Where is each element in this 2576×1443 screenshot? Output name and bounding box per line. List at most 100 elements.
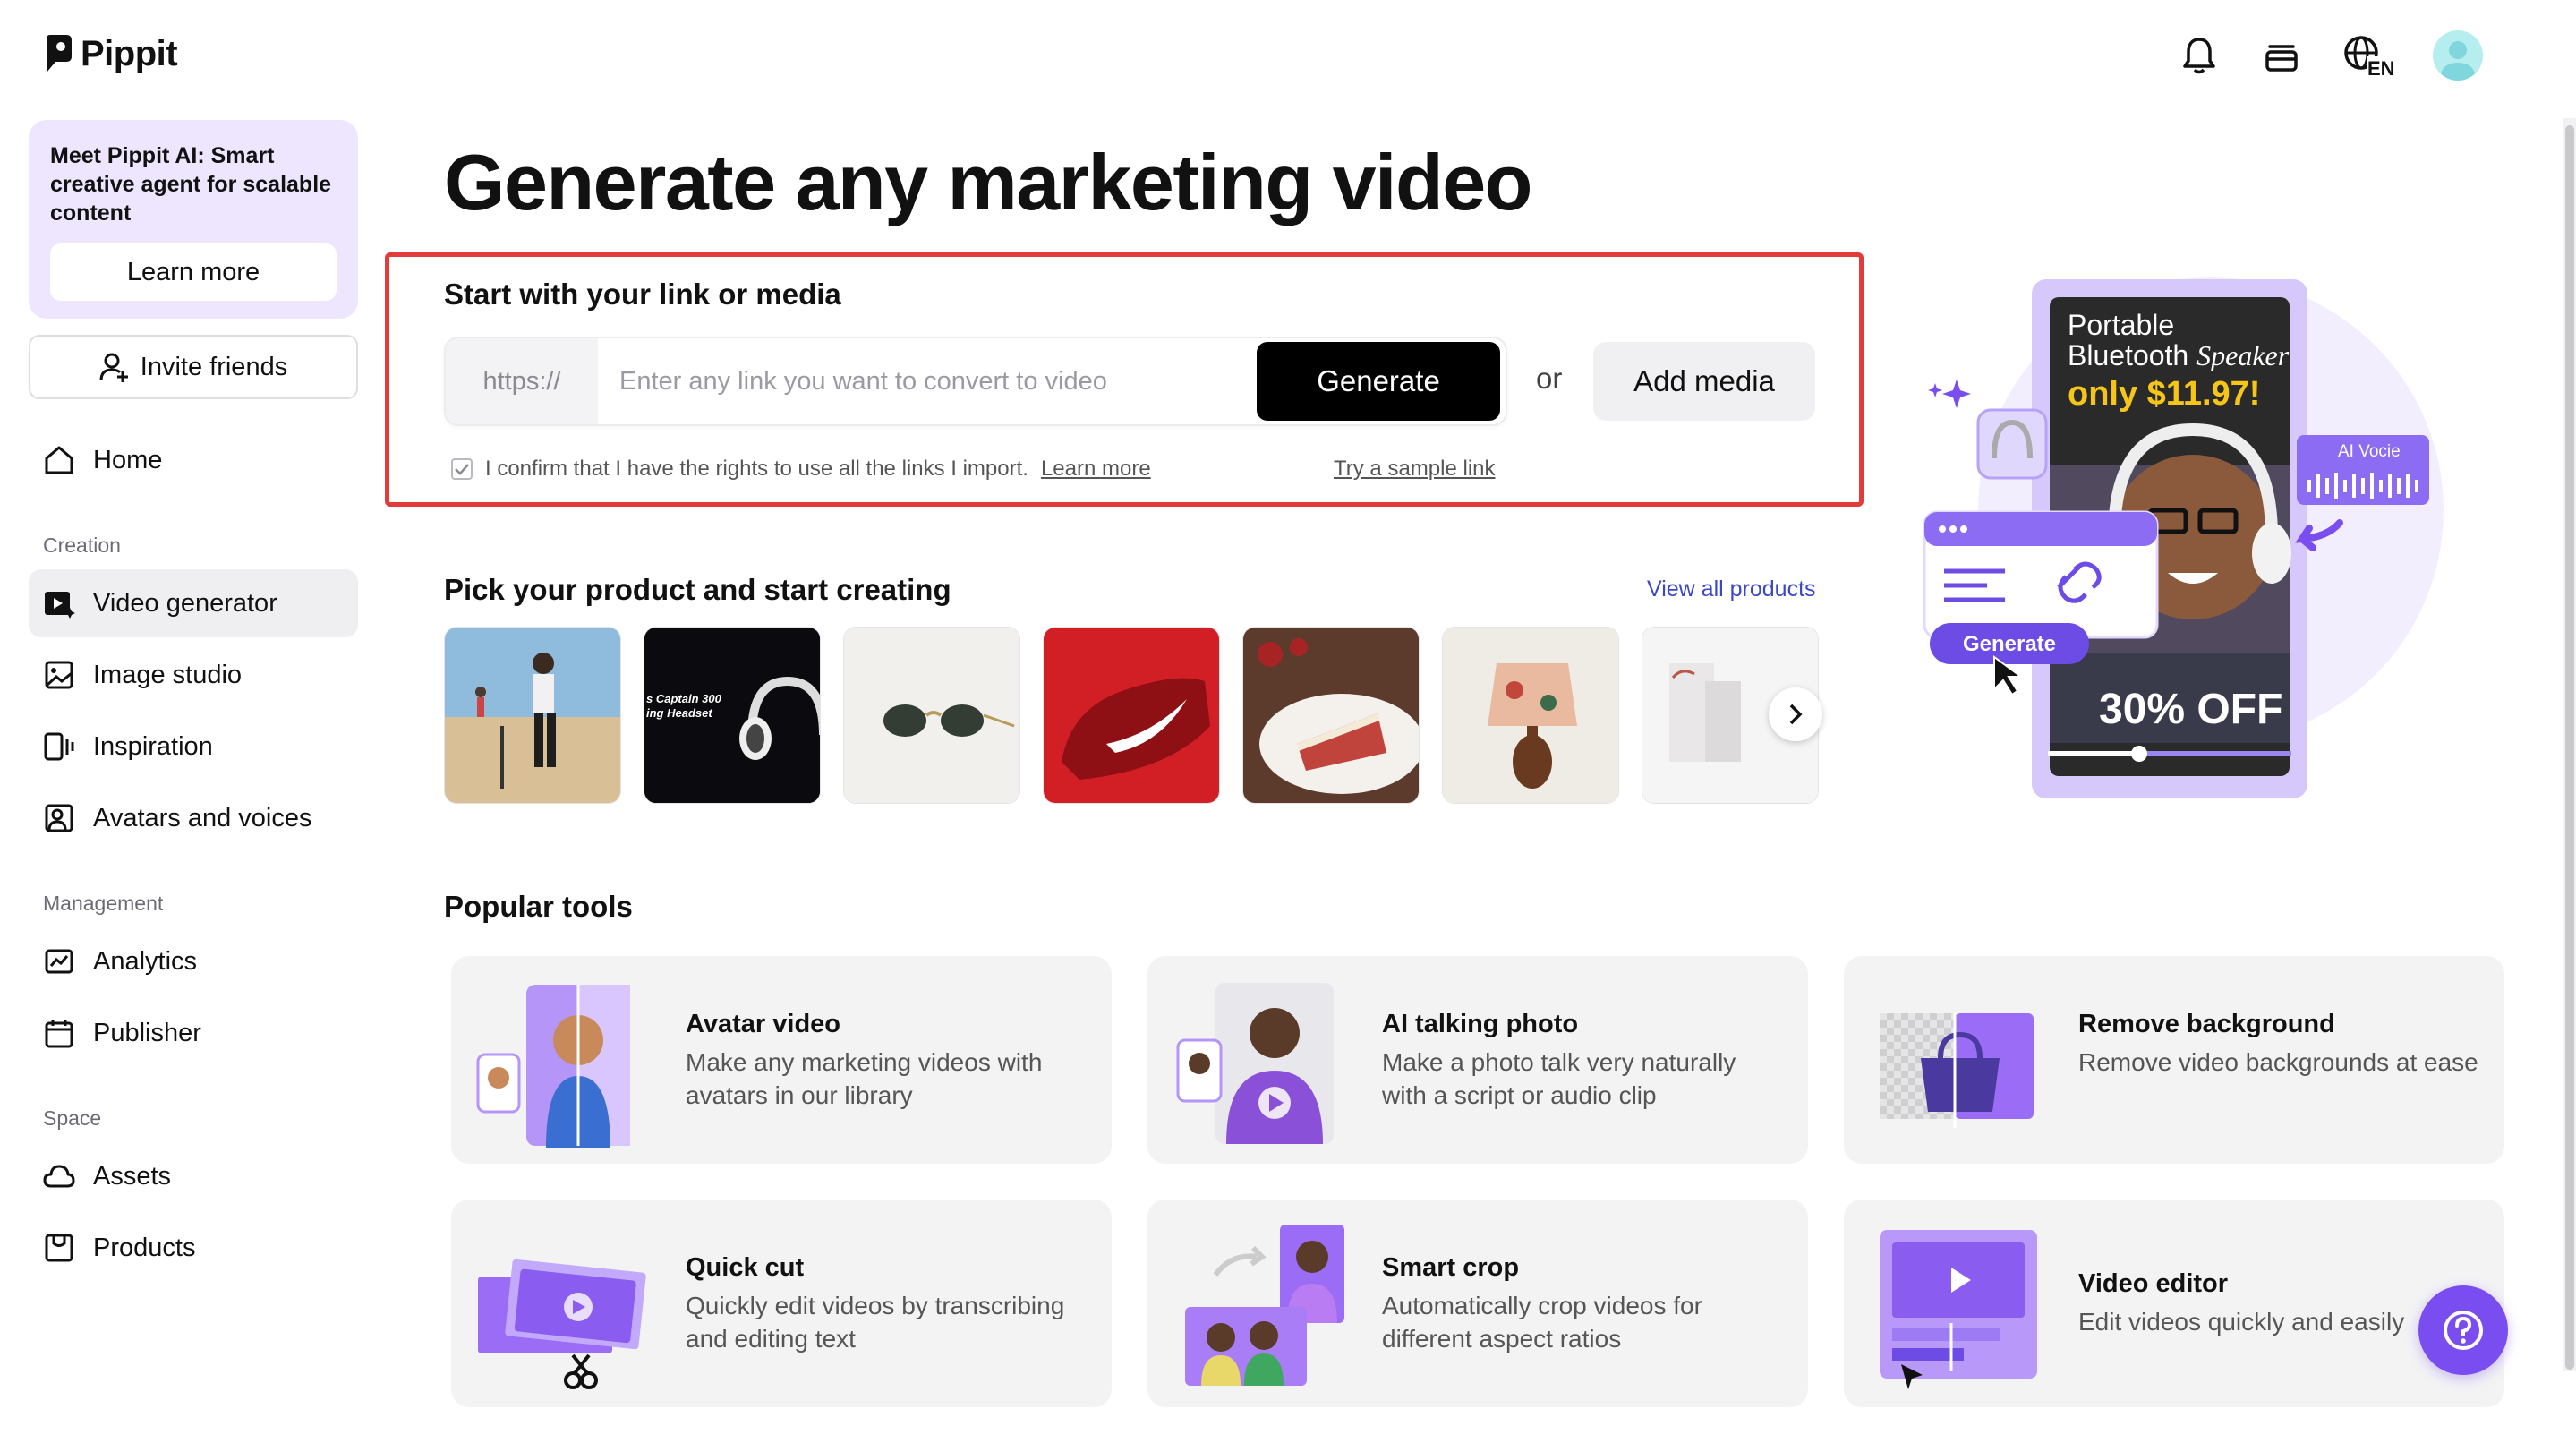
sidebar-item-publisher[interactable]: Publisher — [29, 999, 358, 1067]
url-bar: https:// Generate — [444, 337, 1507, 426]
question-icon — [2444, 1311, 2483, 1350]
sidebar-item-label: Video generator — [93, 588, 277, 618]
hero-generate-label: Generate — [1963, 632, 2056, 656]
add-media-button[interactable]: Add media — [1593, 342, 1815, 421]
ai-talking-photo-illustration — [1176, 983, 1334, 1144]
sidebar-item-label: Image studio — [93, 660, 243, 689]
url-input[interactable] — [598, 338, 1257, 424]
learn-more-button[interactable]: Learn more — [50, 243, 337, 301]
section-space: Space — [43, 1106, 102, 1130]
generate-button[interactable]: Generate — [1257, 342, 1500, 421]
sidebar-item-analytics[interactable]: Analytics — [29, 927, 358, 995]
product-thumb-red-sneaker[interactable] — [1043, 627, 1220, 804]
app-logo[interactable]: Pippit — [43, 34, 178, 74]
section-creation: Creation — [43, 534, 121, 557]
hero-price: only $11.97! — [2068, 375, 2260, 413]
tool-card-ai-talking-photo[interactable]: AI talking photo Make a photo talk very … — [1147, 956, 1808, 1164]
language-badge: EN — [2367, 57, 2395, 78]
header-actions: EN — [2177, 30, 2483, 81]
hero-voice-badge: AI Vocie — [2338, 442, 2401, 461]
sidebar-item-home[interactable]: Home — [29, 426, 358, 494]
avatar[interactable] — [2433, 30, 2483, 81]
app-name: Pippit — [81, 34, 178, 73]
tool-name: Avatar video — [686, 1010, 840, 1038]
sidebar-item-label: Products — [93, 1233, 196, 1262]
stack-icon[interactable] — [2259, 33, 2304, 78]
product-thumb-beach-person[interactable] — [444, 627, 621, 804]
sidebar-item-products[interactable]: Products — [29, 1214, 358, 1282]
sidebar-item-label: Avatars and voices — [93, 803, 312, 832]
start-label: Start with your link or media — [444, 278, 841, 311]
svg-text:Bluetooth Speaker: Bluetooth Speaker — [2068, 339, 2290, 371]
rights-learn-more-link[interactable]: Learn more — [1041, 457, 1151, 482]
tool-card-avatar-video[interactable]: Avatar video Make any marketing videos w… — [451, 956, 1112, 1164]
tool-name: AI talking photo — [1382, 1010, 1579, 1038]
sidebar-item-avatars-voices[interactable]: Avatars and voices — [29, 784, 358, 852]
remove-background-illustration — [1880, 1013, 2034, 1128]
globe-language-icon[interactable]: EN — [2341, 33, 2395, 78]
add-user-icon — [99, 353, 128, 382]
rights-confirm-row: I confirm that I have the rights to use … — [451, 457, 1151, 482]
hero-discount: 30% OFF — [2099, 686, 2282, 733]
tool-card-remove-background[interactable]: Remove background Remove video backgroun… — [1844, 956, 2504, 1164]
sidebar-item-label: Assets — [93, 1161, 172, 1191]
sidebar-item-video-generator[interactable]: Video generator — [29, 569, 358, 637]
product-thumb-sunglasses[interactable] — [843, 627, 1020, 804]
page-title: Generate any marketing video — [444, 138, 1532, 226]
chevron-right-icon — [1789, 704, 1803, 725]
tool-desc: Make a photo talk very naturally with a … — [1382, 1048, 1736, 1109]
headset-thumb-line1: s Captain 300 — [646, 692, 722, 705]
image-studio-icon — [43, 659, 75, 691]
sidebar-item-assets[interactable]: Assets — [29, 1142, 358, 1210]
invite-friends-button[interactable]: Invite friends — [29, 335, 358, 399]
quick-cut-illustration — [478, 1259, 646, 1389]
analytics-icon — [43, 945, 75, 978]
pippit-logo-icon — [47, 34, 72, 73]
help-button[interactable] — [2418, 1285, 2508, 1375]
tool-name: Remove background — [2078, 1010, 2335, 1038]
view-all-products-link[interactable]: View all products — [1647, 576, 1816, 602]
sidebar-item-image-studio[interactable]: Image studio — [29, 641, 358, 709]
sidebar-item-label: Publisher — [93, 1018, 201, 1047]
sidebar-item-label: Home — [93, 445, 163, 474]
video-editor-illustration — [1880, 1230, 2037, 1389]
promo-card: Meet Pippit AI: Smart creative agent for… — [29, 120, 358, 319]
avatar-voice-icon — [43, 802, 75, 834]
product-thumb-cake[interactable] — [1242, 627, 1420, 804]
promo-text: Meet Pippit AI: Smart creative agent for… — [50, 141, 337, 227]
rights-confirm-text: I confirm that I have the rights to use … — [485, 457, 1028, 481]
sidebar-item-inspiration[interactable]: Inspiration — [29, 713, 358, 781]
rights-checkbox[interactable] — [451, 458, 473, 480]
products-next-button[interactable] — [1769, 687, 1822, 741]
hero-illustration: Portable Bluetooth Speaker only $11.97! … — [1915, 269, 2452, 806]
tools-title: Popular tools — [444, 890, 633, 923]
product-thumb-lamp[interactable] — [1442, 627, 1619, 804]
url-prefix: https:// — [446, 338, 598, 424]
sidebar-item-label: Inspiration — [93, 731, 213, 761]
or-separator: or — [1536, 362, 1563, 395]
tool-card-quick-cut[interactable]: Quick cut Quickly edit videos by transcr… — [451, 1200, 1112, 1407]
products-title: Pick your product and start creating — [444, 573, 951, 606]
tool-desc: Automatically crop videos for different … — [1382, 1292, 1702, 1353]
product-box-icon — [43, 1232, 75, 1264]
tool-name: Quick cut — [686, 1253, 805, 1282]
tool-desc: Remove video backgrounds at ease — [2078, 1048, 2478, 1076]
section-management: Management — [43, 892, 164, 915]
tool-name: Video editor — [2078, 1269, 2229, 1298]
checkmark-icon — [455, 464, 469, 475]
avatar-video-illustration — [476, 985, 630, 1148]
product-thumb-headset[interactable]: s Captain 300 ing Headset — [644, 627, 821, 804]
hero-product-line2: Bluetooth — [2068, 339, 2188, 371]
scrollbar-thumb[interactable] — [2565, 125, 2574, 1370]
bell-icon[interactable] — [2177, 33, 2222, 78]
promo-title: Meet Pippit AI: — [50, 143, 205, 168]
try-sample-link[interactable]: Try a sample link — [1334, 457, 1496, 482]
inspiration-icon — [43, 730, 75, 763]
hero-product-line2-italic: Speaker — [2196, 339, 2290, 371]
hero-product-line1: Portable — [2068, 309, 2174, 341]
tool-card-smart-crop[interactable]: Smart crop Automatically crop videos for… — [1147, 1200, 1808, 1407]
tool-card-video-editor[interactable]: Video editor Edit videos quickly and eas… — [1844, 1200, 2504, 1407]
tool-name: Smart crop — [1382, 1253, 1520, 1282]
tool-desc: Make any marketing videos with avatars i… — [686, 1048, 1043, 1109]
headset-thumb-line2: ing Headset — [646, 706, 712, 720]
